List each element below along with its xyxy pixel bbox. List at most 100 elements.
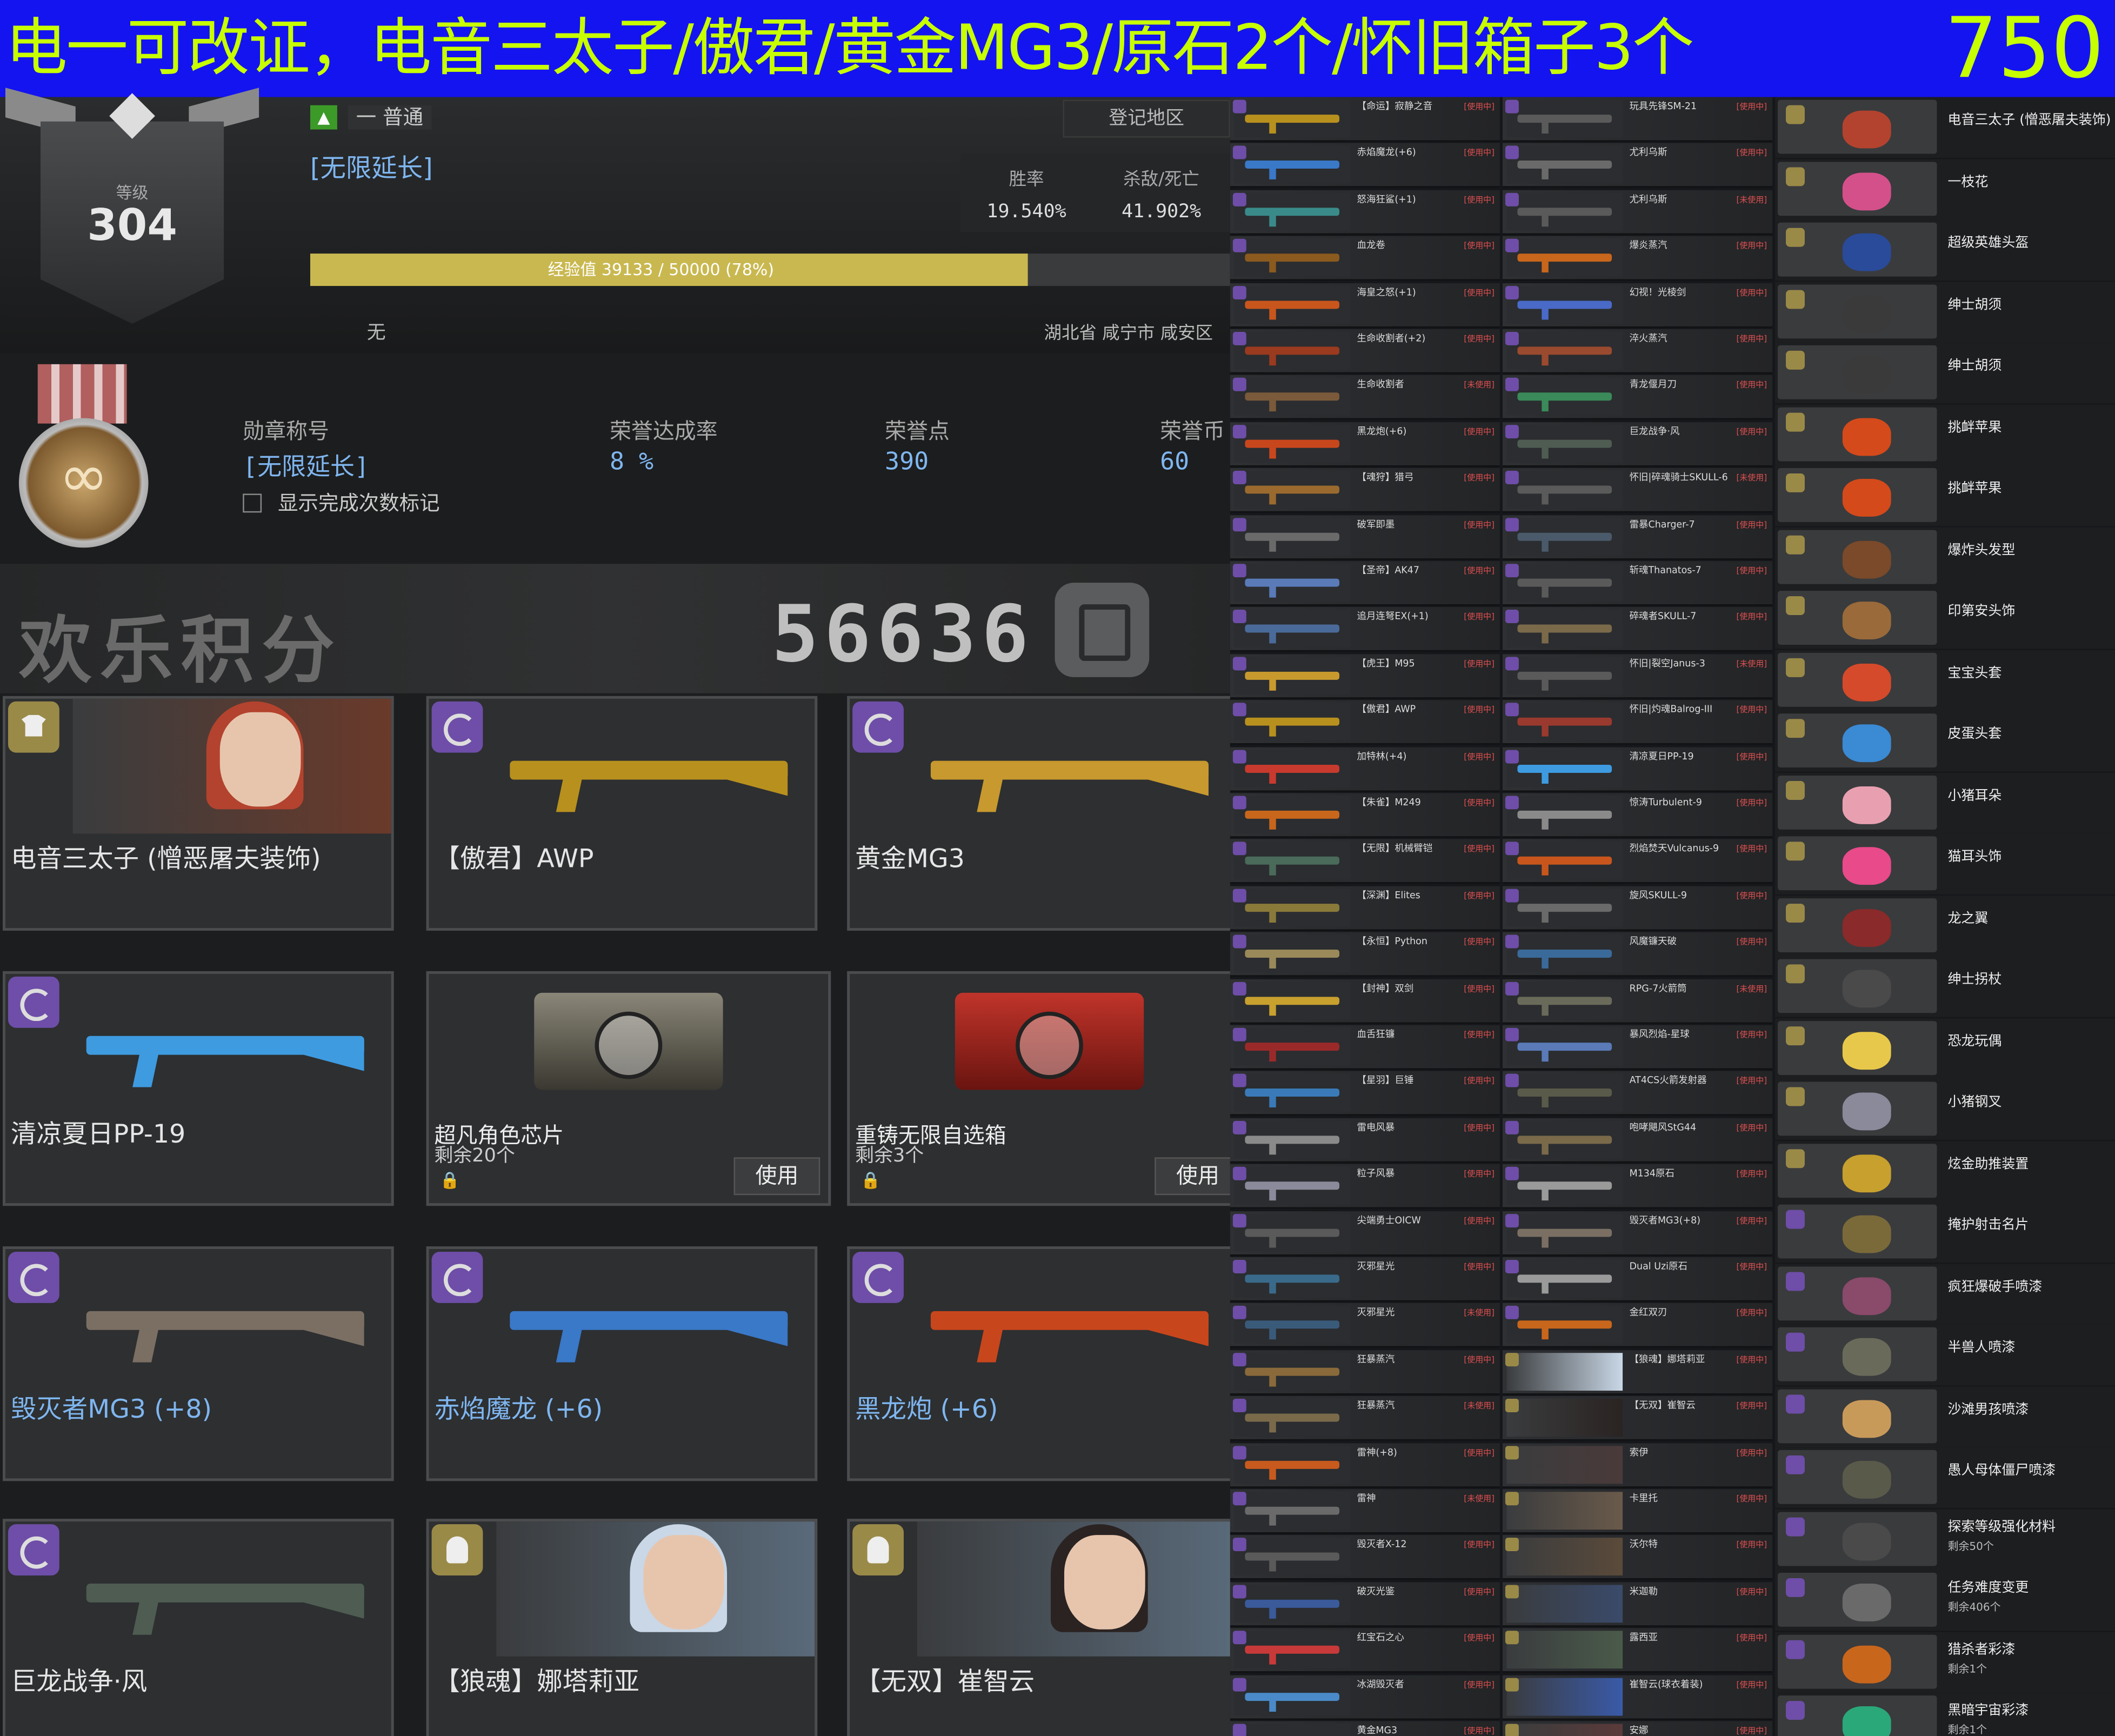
featured-item-card[interactable]: 赤焰魔龙 (+6) — [426, 1246, 818, 1481]
inventory-row[interactable]: 斩魂Thanatos-7 [使用中] — [1502, 561, 1773, 606]
inventory-row[interactable]: 【朱雀】M249 [使用中] — [1230, 793, 1500, 838]
inventory-row[interactable]: 淬火蒸汽 [使用中] — [1502, 329, 1773, 374]
inventory-row[interactable]: 怒海狂鲨(+1) [使用中] — [1230, 190, 1500, 235]
inventory-row[interactable]: 一枝花 — [1775, 158, 2115, 219]
inventory-row[interactable]: 半兽人喷漆 — [1775, 1324, 2115, 1386]
inventory-row[interactable]: 雷暴Charger-7 [使用中] — [1502, 515, 1773, 559]
inventory-row[interactable]: 超级英雄头盔 — [1775, 219, 2115, 281]
register-region-button[interactable]: 登记地区 — [1063, 99, 1230, 138]
inventory-row[interactable]: 【圣帝】AK47 [使用中] — [1230, 561, 1500, 606]
inventory-row[interactable]: 绅士拐杖 — [1775, 956, 2115, 1017]
inventory-row[interactable]: 挑衅苹果 — [1775, 465, 2115, 526]
inventory-row[interactable]: 暴风烈焰-星球 [使用中] — [1502, 1025, 1773, 1070]
inventory-row[interactable]: 崔智云(球衣着装) [使用中] — [1502, 1674, 1773, 1720]
inventory-row[interactable]: 冰湖毁灭者 [使用中] — [1230, 1674, 1500, 1720]
inventory-row[interactable]: 金红双刃 [使用中] — [1502, 1303, 1773, 1348]
featured-item-card[interactable]: 重铸无限自选箱 剩余3个 使用 🔒 — [847, 971, 1252, 1206]
featured-item-card[interactable]: 【傲君】AWP — [426, 696, 818, 931]
inventory-row[interactable]: 玩具先锋SM-21 [使用中] — [1502, 97, 1773, 142]
inventory-row[interactable]: 探索等级强化材料 剩余50个 — [1775, 1508, 2115, 1570]
featured-item-card[interactable]: 黑龙炮 (+6) — [847, 1246, 1238, 1481]
inventory-row[interactable]: 【无双】崔智云 [使用中] — [1502, 1396, 1773, 1441]
inventory-row[interactable]: 猎杀者彩漆 剩余1个 — [1775, 1631, 2115, 1692]
featured-item-card[interactable]: 【狼魂】娜塔莉亚 — [426, 1519, 818, 1736]
inventory-row[interactable]: 小猪钢叉 — [1775, 1079, 2115, 1140]
featured-item-card[interactable]: 【无双】崔智云 — [847, 1519, 1238, 1736]
inventory-row[interactable]: 惊涛Turbulent-9 [使用中] — [1502, 793, 1773, 838]
inventory-row[interactable]: 猫耳头饰 — [1775, 833, 2115, 894]
inventory-row[interactable]: AT4CS火箭发射器 [使用中] — [1502, 1071, 1773, 1116]
inventory-row[interactable]: 尤利乌斯 [使用中] — [1502, 143, 1773, 188]
featured-item-card[interactable]: 毁灭者MG3 (+8) — [2, 1246, 394, 1481]
inventory-row[interactable]: 幻视！光棱剑 [使用中] — [1502, 283, 1773, 328]
inventory-row[interactable]: RPG-7火箭筒 [未使用] — [1502, 978, 1773, 1024]
inventory-row[interactable]: 【深渊】Elites [使用中] — [1230, 886, 1500, 931]
inventory-row[interactable]: 【星羽】巨锤 [使用中] — [1230, 1071, 1500, 1116]
inventory-row[interactable]: 海皇之怒(+1) [使用中] — [1230, 283, 1500, 328]
inventory-row[interactable]: 咆哮飓风StG44 [使用中] — [1502, 1118, 1773, 1163]
featured-item-card[interactable]: 清凉夏日PP-19 — [2, 971, 394, 1206]
inventory-row[interactable]: 生命收割者(+2) [使用中] — [1230, 329, 1500, 374]
inventory-row[interactable]: 绅士胡须 — [1775, 342, 2115, 404]
inventory-row[interactable]: 【命运】寂静之音 [使用中] — [1230, 97, 1500, 142]
inventory-row[interactable]: 灭邪星光 [未使用] — [1230, 1303, 1500, 1348]
inventory-row[interactable]: 任务难度变更 剩余406个 — [1775, 1570, 2115, 1631]
inventory-row[interactable]: 卡里托 [使用中] — [1502, 1489, 1773, 1534]
use-button[interactable]: 使用 — [1155, 1157, 1241, 1196]
show-count-checkbox[interactable] — [243, 493, 262, 513]
inventory-row[interactable]: 粒子风暴 [使用中] — [1230, 1164, 1500, 1209]
inventory-row[interactable]: 破军即墨 [使用中] — [1230, 515, 1500, 559]
inventory-row[interactable]: 生命收割者 [未使用] — [1230, 375, 1500, 420]
inventory-row[interactable]: 怀旧|碎魂骑士SKULL-6 [未使用] — [1502, 468, 1773, 513]
inventory-row[interactable]: 沙滩男孩喷漆 — [1775, 1386, 2115, 1447]
inventory-row[interactable]: 索伊 [使用中] — [1502, 1443, 1773, 1487]
inventory-row[interactable]: 怀旧|裂空Janus-3 [未使用] — [1502, 653, 1773, 699]
inventory-row[interactable]: 旋风SKULL-9 [使用中] — [1502, 886, 1773, 931]
inventory-row[interactable]: 爆炎蒸汽 [使用中] — [1502, 236, 1773, 281]
inventory-row[interactable]: 怀旧|灼魂Balrog-III [使用中] — [1502, 700, 1773, 745]
inventory-row[interactable]: 皮蛋头套 — [1775, 711, 2115, 772]
use-button[interactable]: 使用 — [733, 1157, 820, 1196]
featured-item-card[interactable]: 超凡角色芯片 剩余20个 使用 🔒 — [426, 971, 831, 1206]
inventory-row[interactable]: M134原石 [使用中] — [1502, 1164, 1773, 1209]
inventory-row[interactable]: 追月连弩EX(+1) [使用中] — [1230, 607, 1500, 652]
inventory-row[interactable]: Dual Uzi原石 [使用中] — [1502, 1257, 1773, 1302]
inventory-row[interactable]: 【无限】机械臂铠 [使用中] — [1230, 839, 1500, 884]
inventory-row[interactable]: 黄金MG3 [使用中] — [1230, 1721, 1500, 1736]
inventory-row[interactable]: 黑龙炮(+6) [使用中] — [1230, 422, 1500, 467]
inventory-row[interactable]: 龙之翼 — [1775, 894, 2115, 956]
inventory-row[interactable]: 清凉夏日PP-19 [使用中] — [1502, 746, 1773, 791]
inventory-row[interactable]: 电音三太子 (憎恶屠夫装饰) — [1775, 97, 2115, 158]
inventory-row[interactable]: 挑衅苹果 — [1775, 404, 2115, 465]
inventory-row[interactable]: 黑暗宇宙彩漆 剩余1个 — [1775, 1693, 2115, 1736]
inventory-row[interactable]: 小猪耳朵 — [1775, 772, 2115, 833]
inventory-row[interactable]: 青龙偃月刀 [使用中] — [1502, 375, 1773, 420]
inventory-row[interactable]: 红宝石之心 [使用中] — [1230, 1628, 1500, 1673]
inventory-row[interactable]: 【永恒】Python [使用中] — [1230, 932, 1500, 977]
inventory-row[interactable]: 赤焰魔龙(+6) [使用中] — [1230, 143, 1500, 188]
inventory-row[interactable]: 宝宝头套 — [1775, 649, 2115, 710]
inventory-row[interactable]: 尤利乌斯 [未使用] — [1502, 190, 1773, 235]
inventory-row[interactable]: 雷电风暴 [使用中] — [1230, 1118, 1500, 1163]
inventory-row[interactable]: 碎魂者SKULL-7 [使用中] — [1502, 607, 1773, 652]
inventory-row[interactable]: 毁灭者MG3(+8) [使用中] — [1502, 1211, 1773, 1256]
inventory-row[interactable]: 雷神(+8) [使用中] — [1230, 1443, 1500, 1487]
inventory-row[interactable]: 狂暴蒸汽 [未使用] — [1230, 1396, 1500, 1441]
score-box-icon[interactable] — [1055, 583, 1150, 677]
inventory-row[interactable]: 【虎王】M95 [使用中] — [1230, 653, 1500, 699]
inventory-row[interactable]: 疯狂爆破手喷漆 — [1775, 1263, 2115, 1324]
inventory-row[interactable]: 露西亚 [使用中] — [1502, 1628, 1773, 1673]
inventory-row[interactable]: 【傲君】AWP [使用中] — [1230, 700, 1500, 745]
inventory-row[interactable]: 狂暴蒸汽 [使用中] — [1230, 1350, 1500, 1395]
inventory-row[interactable]: 巨龙战争·风 [使用中] — [1502, 422, 1773, 467]
inventory-row[interactable]: 风魔镰天破 [使用中] — [1502, 932, 1773, 977]
inventory-row[interactable]: 安娜 [使用中] — [1502, 1721, 1773, 1736]
inventory-row[interactable]: 加特林(+4) [使用中] — [1230, 746, 1500, 791]
inventory-row[interactable]: 沃尔特 [使用中] — [1502, 1535, 1773, 1580]
inventory-row[interactable]: 毁灭者X-12 [使用中] — [1230, 1535, 1500, 1580]
inventory-row[interactable]: 【封神】双剑 [使用中] — [1230, 978, 1500, 1024]
inventory-row[interactable]: 炫金助推装置 — [1775, 1140, 2115, 1201]
inventory-row[interactable]: 破灭光鉴 [使用中] — [1230, 1581, 1500, 1627]
inventory-row[interactable]: 恐龙玩偶 — [1775, 1018, 2115, 1079]
inventory-row[interactable]: 绅士胡须 — [1775, 281, 2115, 342]
